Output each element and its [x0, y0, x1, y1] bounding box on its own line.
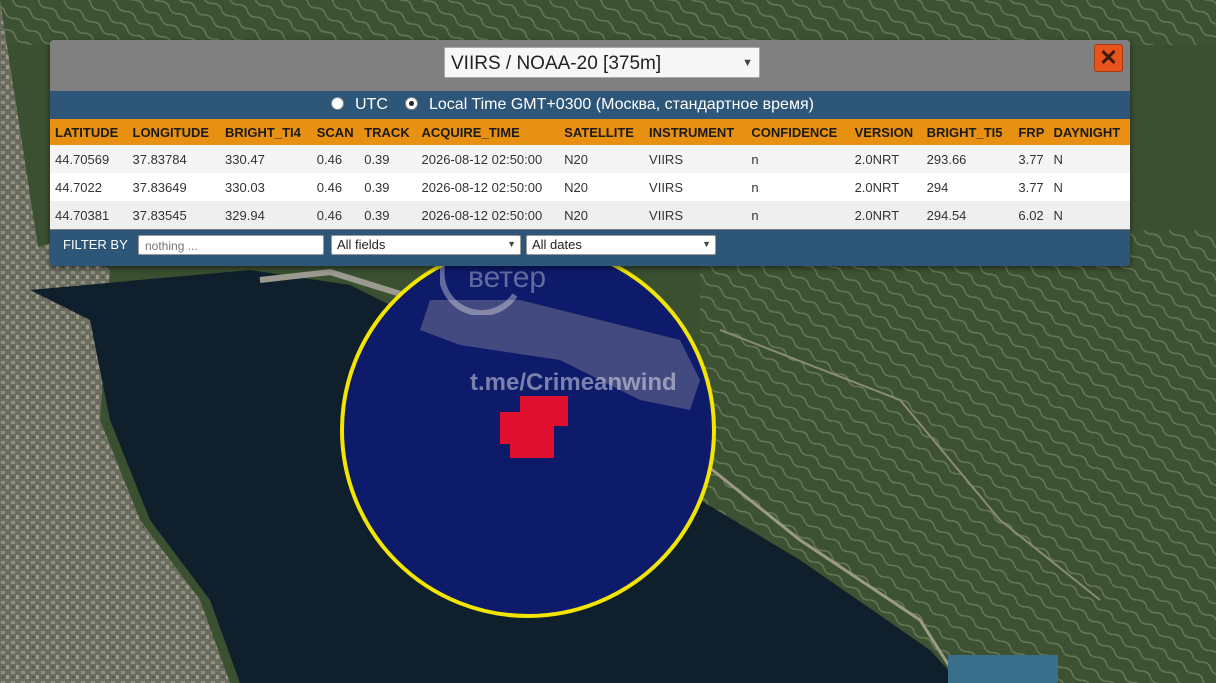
- table-cell: N20: [559, 173, 645, 201]
- column-header[interactable]: LONGITUDE: [127, 119, 221, 145]
- table-cell: 0.39: [359, 201, 417, 229]
- table-cell: 0.39: [359, 173, 417, 201]
- local-time-label[interactable]: Local Time GMT+0300 (Москва, стандартное…: [429, 96, 814, 114]
- table-cell: N: [1048, 201, 1130, 229]
- table-cell: 2.0NRT: [849, 145, 922, 173]
- panel-header: VIIRS / NOAA-20 [375m] ▼ ✕: [50, 40, 1130, 91]
- filter-fields-value: All fields: [337, 237, 386, 252]
- column-header[interactable]: TRACK: [359, 119, 417, 145]
- column-header[interactable]: BRIGHT_TI4: [220, 119, 312, 145]
- table-cell: 37.83784: [127, 145, 221, 173]
- table-cell: 0.46: [311, 145, 360, 173]
- table-cell: 2.0NRT: [849, 173, 922, 201]
- table-cell: n: [746, 145, 850, 173]
- utc-label[interactable]: UTC: [355, 96, 388, 114]
- table-cell: 329.94: [220, 201, 312, 229]
- table-cell: 294.54: [921, 201, 1014, 229]
- filter-label: FILTER BY: [63, 237, 128, 252]
- table-cell: 2.0NRT: [849, 201, 922, 229]
- table-row[interactable]: 44.70569 37.83784 330.47 0.46 0.39 2026-…: [50, 145, 1130, 173]
- table-cell: VIIRS: [644, 173, 747, 201]
- table-cell: VIIRS: [644, 201, 747, 229]
- table-cell: N: [1048, 145, 1130, 173]
- local-time-radio[interactable]: [405, 97, 418, 110]
- table-cell: 2026-08-12 02:50:00: [416, 201, 560, 229]
- table-cell: 37.83649: [127, 173, 221, 201]
- column-header[interactable]: SATELLITE: [559, 119, 645, 145]
- table-header-row: LATITUDE LONGITUDE BRIGHT_TI4 SCAN TRACK…: [50, 119, 1130, 145]
- satellite-select[interactable]: VIIRS / NOAA-20 [375m] ▼: [444, 47, 760, 78]
- table-cell: N: [1048, 173, 1130, 201]
- table-cell: n: [746, 173, 850, 201]
- table-cell: 2026-08-12 02:50:00: [416, 145, 560, 173]
- table-row[interactable]: 44.70381 37.83545 329.94 0.46 0.39 2026-…: [50, 201, 1130, 229]
- filter-fields-select[interactable]: All fields ▼: [331, 235, 521, 255]
- table-cell: N20: [559, 201, 645, 229]
- filter-input[interactable]: [138, 235, 324, 255]
- chevron-down-icon: ▼: [507, 239, 516, 249]
- table-row[interactable]: 44.7022 37.83649 330.03 0.46 0.39 2026-0…: [50, 173, 1130, 201]
- column-header[interactable]: DAYNIGHT: [1048, 119, 1130, 145]
- column-header[interactable]: INSTRUMENT: [644, 119, 747, 145]
- table-cell: 3.77: [1013, 173, 1049, 201]
- column-header[interactable]: SCAN: [311, 119, 360, 145]
- utc-radio[interactable]: [331, 97, 344, 110]
- table-cell: 0.46: [311, 173, 360, 201]
- table-cell: 2026-08-12 02:50:00: [416, 173, 560, 201]
- table-cell: 3.77: [1013, 145, 1049, 173]
- filter-dates-value: All dates: [532, 237, 582, 252]
- table-cell: 0.39: [359, 145, 417, 173]
- table-cell: 294: [921, 173, 1014, 201]
- table-cell: n: [746, 201, 850, 229]
- table-cell: N20: [559, 145, 645, 173]
- chevron-down-icon: ▼: [702, 239, 711, 249]
- time-mode-bar: UTC Local Time GMT+0300 (Москва, стандар…: [50, 91, 1130, 119]
- column-header[interactable]: LATITUDE: [50, 119, 128, 145]
- column-header[interactable]: CONFIDENCE: [746, 119, 850, 145]
- column-header[interactable]: FRP: [1013, 119, 1049, 145]
- close-button[interactable]: ✕: [1094, 44, 1123, 72]
- column-header[interactable]: VERSION: [849, 119, 922, 145]
- table-cell: 293.66: [921, 145, 1014, 173]
- filter-bar: FILTER BY All fields ▼ All dates ▼: [50, 230, 1130, 266]
- table-cell: 37.83545: [127, 201, 221, 229]
- column-header[interactable]: BRIGHT_TI5: [921, 119, 1014, 145]
- filter-dates-select[interactable]: All dates ▼: [526, 235, 716, 255]
- table-cell: VIIRS: [644, 145, 747, 173]
- table-cell: 44.70381: [50, 201, 128, 229]
- table-cell: 330.47: [220, 145, 312, 173]
- fire-data-table: LATITUDE LONGITUDE BRIGHT_TI4 SCAN TRACK…: [50, 119, 1130, 229]
- table-cell: 6.02: [1013, 201, 1049, 229]
- fire-info-panel: VIIRS / NOAA-20 [375m] ▼ ✕ UTC Local Tim…: [50, 40, 1130, 266]
- column-header[interactable]: ACQUIRE_TIME: [416, 119, 560, 145]
- table-cell: 44.7022: [50, 173, 128, 201]
- table-cell: 330.03: [220, 173, 312, 201]
- table-cell: 0.46: [311, 201, 360, 229]
- chevron-down-icon: ▼: [742, 57, 753, 69]
- table-cell: 44.70569: [50, 145, 128, 173]
- satellite-select-value: VIIRS / NOAA-20 [375m]: [451, 53, 662, 74]
